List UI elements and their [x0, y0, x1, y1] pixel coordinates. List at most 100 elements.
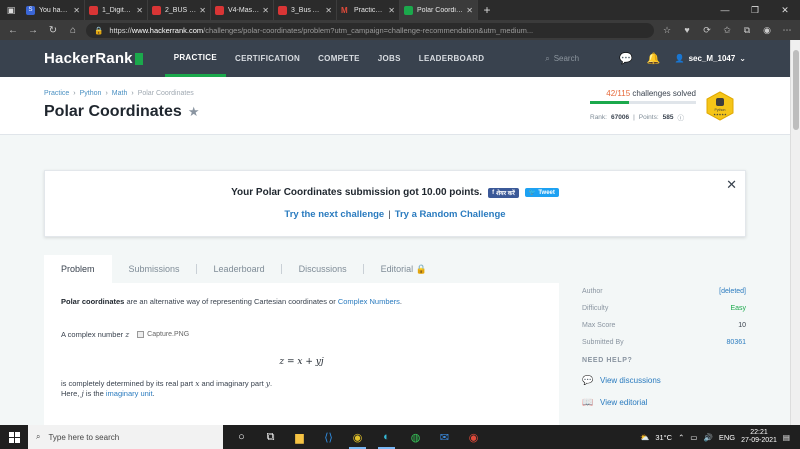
nav-jobs[interactable]: JOBS [369, 40, 410, 77]
row-key: Author [582, 288, 603, 295]
favorites-icon[interactable]: ✩ [720, 25, 734, 36]
python-badge-icon[interactable]: Python ★★★★★ [706, 91, 734, 121]
browser-tab[interactable]: 2_BUS ITS ARCHITECTURE ✕ [148, 0, 211, 20]
chrome-icon[interactable]: ◉ [343, 425, 372, 449]
close-window-icon[interactable]: ✕ [770, 0, 800, 20]
breadcrumb-math[interactable]: Math [112, 90, 128, 97]
next-challenge-link[interactable]: Try the next challenge [284, 209, 384, 220]
tab-close-icon[interactable]: ✕ [325, 6, 332, 15]
site-search[interactable]: ⌕ Search [545, 54, 605, 64]
book-icon: 📖 [582, 397, 594, 407]
sync-icon[interactable]: ⟳ [700, 25, 714, 36]
rank-points-line: Rank: 67006 | Points: 585 ⓘ [590, 112, 696, 123]
tab-close-icon[interactable]: ✕ [388, 6, 395, 15]
facebook-share-button[interactable]: f शेयर करें [488, 187, 519, 198]
url-field[interactable]: 🔒 https:// www.hackerrank.com /challenge… [86, 22, 654, 38]
window-menu-icon[interactable]: ▣ [0, 0, 22, 20]
breadcrumb-python[interactable]: Python [80, 90, 102, 97]
link-separator: | [388, 209, 391, 220]
info-icon[interactable]: ⓘ [678, 112, 685, 122]
task-view-icon[interactable]: ⧉ [256, 425, 285, 449]
windows-start-icon[interactable] [0, 425, 28, 449]
browser-tab-active[interactable]: Polar Coordinates ✕ [400, 0, 478, 20]
clock[interactable]: 22:21 27-09-2021 [741, 429, 777, 445]
vscode-icon[interactable]: ⟨⟩ [314, 425, 343, 449]
notifications-bell-icon[interactable]: 🔔 [647, 52, 661, 65]
network-icon[interactable]: ▭ [690, 433, 697, 442]
tab-leaderboard[interactable]: Leaderboard [197, 255, 282, 283]
file-explorer-icon[interactable]: ▆ [285, 425, 314, 449]
taskbar-search-placeholder: Type here to search [48, 432, 120, 442]
messages-icon[interactable]: 💬 [619, 52, 633, 65]
breadcrumb-practice[interactable]: Practice [44, 90, 69, 97]
tab-close-icon[interactable]: ✕ [199, 6, 206, 15]
edge-icon[interactable]: ◐ [372, 425, 401, 449]
tab-editorial[interactable]: Editorial 🔒 [364, 255, 444, 283]
imaginary-unit-link[interactable]: imaginary unit [106, 389, 153, 398]
tab-close-icon[interactable]: ✕ [262, 6, 269, 15]
lang-indicator[interactable]: ENG [719, 433, 735, 442]
nav-compete[interactable]: COMPETE [309, 40, 369, 77]
row-key: Max Score [582, 322, 616, 329]
whatsapp-icon[interactable]: ◍ [401, 425, 430, 449]
text: is completely determined by its real par… [61, 378, 196, 388]
maximize-icon[interactable]: ❐ [740, 0, 770, 20]
refresh-icon[interactable]: ↻ [46, 25, 60, 36]
browser-tab[interactable]: 3_Bus Arbitration ✕ [274, 0, 337, 20]
tab-problem[interactable]: Problem [44, 255, 112, 283]
tab-close-icon[interactable]: ✕ [73, 6, 80, 15]
view-discussions-link[interactable]: 💬 View discussions [582, 375, 746, 386]
complex-numbers-link[interactable]: Complex Numbers [338, 297, 400, 306]
weather-icon[interactable]: ⛅ [640, 433, 649, 442]
mail-icon[interactable]: ✉ [430, 425, 459, 449]
tab-discussions[interactable]: Discussions [282, 255, 364, 283]
browser-tab[interactable]: M Practice Coding with ✕ [337, 0, 400, 20]
notification-icon[interactable]: ▤ [783, 433, 790, 442]
challenge-title: Polar Coordinates [44, 103, 182, 120]
minimize-icon[interactable]: — [710, 0, 740, 20]
row-key: Difficulty [582, 305, 609, 312]
difficulty-value: Easy [730, 305, 746, 312]
browser-tab[interactable]: 1_Digital System ✕ [85, 0, 148, 20]
random-challenge-link[interactable]: Try a Random Challenge [395, 209, 506, 220]
new-tab-icon[interactable]: + [478, 0, 496, 20]
extension-icon[interactable]: ♥ [680, 25, 694, 35]
weather-temp[interactable]: 31°C [655, 433, 672, 442]
browser-tab[interactable]: S You have successfully ✕ [22, 0, 85, 20]
cortana-icon[interactable]: ○ [227, 425, 256, 449]
bookmark-star-icon[interactable]: ★ [188, 104, 200, 120]
submitted-by-value[interactable]: 80361 [727, 339, 746, 346]
more-icon[interactable]: ⋯ [780, 25, 794, 36]
profile-icon[interactable]: ◉ [760, 25, 774, 36]
tray-chevron-icon[interactable]: ⌃ [678, 433, 684, 442]
scrollbar-thumb[interactable] [793, 50, 799, 130]
view-editorial-link[interactable]: 📖 View editorial [582, 397, 746, 408]
tab-submissions[interactable]: Submissions [112, 255, 197, 283]
back-icon[interactable]: ← [6, 25, 20, 36]
close-icon[interactable]: ✕ [726, 177, 737, 193]
tweet-button[interactable]: 🐦 Tweet [524, 188, 559, 197]
nav-leaderboard[interactable]: LEADERBOARD [410, 40, 494, 77]
gmail-icon: M [341, 5, 348, 15]
page-scrollbar[interactable] [790, 40, 800, 425]
badge-label: Python [715, 108, 726, 112]
home-icon[interactable]: ⌂ [66, 25, 80, 36]
chrome-icon-2[interactable]: ◉ [459, 425, 488, 449]
forward-icon[interactable]: → [26, 25, 40, 36]
hackerrank-logo[interactable]: HackerRank [44, 50, 143, 67]
author-value[interactable]: [deleted] [719, 288, 746, 295]
taskbar-search[interactable]: ⌕ Type here to search [28, 425, 223, 449]
browser-tab[interactable]: V4-Master Time ✕ [211, 0, 274, 20]
collections-icon[interactable]: ⧉ [740, 25, 754, 36]
logo-square-icon [134, 52, 143, 65]
taskbar-apps: ○ ⧉ ▆ ⟨⟩ ◉ ◐ ◍ ✉ ◉ [227, 425, 488, 449]
volume-icon[interactable]: 🔊 [703, 433, 712, 442]
text: and imaginary part [199, 378, 266, 388]
user-menu[interactable]: 👤 sec_M_1047 ⌄ [675, 54, 746, 63]
tab-title: 2_BUS ITS ARCHITECTURE [165, 6, 196, 14]
tab-close-icon[interactable]: ✕ [136, 6, 143, 15]
tab-close-icon[interactable]: ✕ [466, 6, 473, 15]
nav-practice[interactable]: PRACTICE [164, 40, 227, 77]
nav-certification[interactable]: CERTIFICATION [226, 40, 309, 77]
favorite-star-icon[interactable]: ☆ [660, 25, 674, 36]
